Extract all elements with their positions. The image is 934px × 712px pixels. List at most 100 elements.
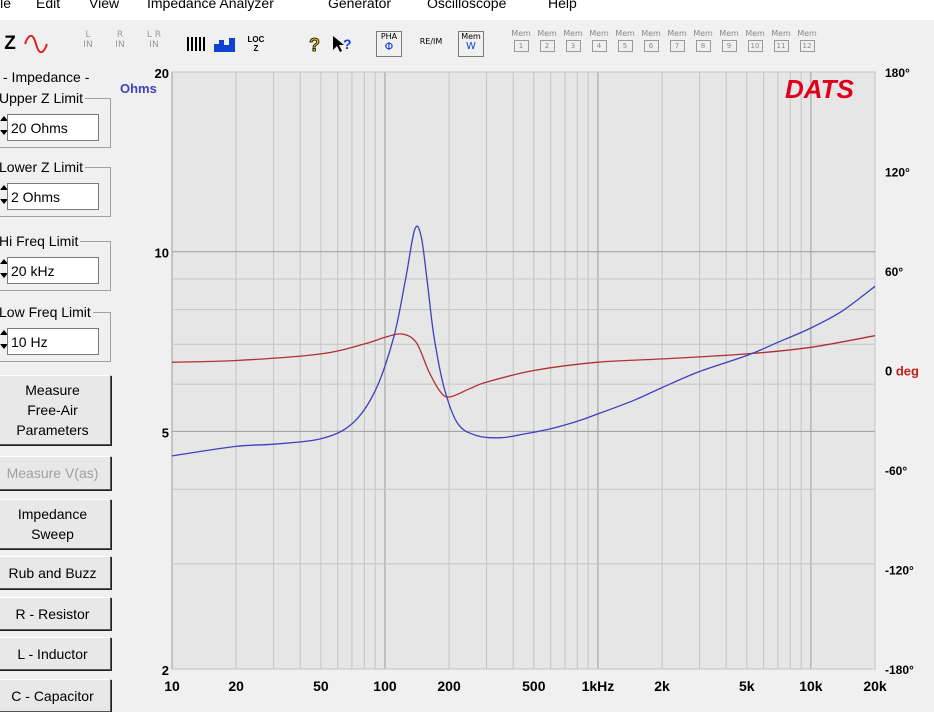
phase-unit-label: deg (896, 364, 919, 379)
x-tick-label: 20k (863, 678, 887, 694)
x-tick-label: 10k (799, 678, 823, 694)
y-tick-label: 2 (162, 663, 169, 678)
impedance-plot[interactable]: 10 20 50 100 200 500 1kHz 2k 5k 10k 20k 20 10 5 2 Ohms 1… (118, 62, 934, 699)
x-tick-label: 5k (739, 678, 755, 694)
memory-slot-label: Mem (537, 29, 557, 38)
svg-text:?: ? (343, 36, 352, 52)
memory-slot-number: 1 (513, 40, 529, 52)
menu-help[interactable]: Help (548, 0, 577, 11)
phase-tick-label: 120° (885, 166, 910, 180)
histogram-icon (214, 38, 235, 52)
x-tick-label: 10 (164, 678, 180, 694)
x-tick-label: 1kHz (582, 678, 615, 694)
x-tick-label: 100 (373, 678, 397, 694)
menu-generator[interactable]: Generator (328, 0, 391, 11)
rub-and-buzz-button[interactable]: Rub and Buzz (0, 556, 111, 589)
phase-tick-label: -60° (885, 464, 907, 478)
memory-slot-label: Mem (771, 29, 791, 38)
memory-slot-6-button[interactable]: Mem 6 (640, 28, 662, 58)
phase-tick-label: 0 deg (885, 364, 919, 379)
memory-slot-label: Mem (615, 29, 635, 38)
memory-slot-9-button[interactable]: Mem 9 (718, 28, 740, 58)
sine-wave-icon (24, 35, 48, 53)
phi-icon: Φ (384, 40, 394, 53)
right-input-button[interactable]: R IN (110, 30, 130, 58)
phase-tick-label: 60° (885, 265, 903, 279)
memory-slot-number: 6 (643, 40, 659, 52)
y-tick-label: 10 (155, 246, 169, 261)
menu-bar: ile Edit View Impedance Analyzer Generat… (0, 0, 934, 20)
memory-slot-number: 11 (773, 40, 789, 52)
context-help-button[interactable]: ? (330, 32, 356, 56)
impedance-mode-button[interactable]: Z (0, 32, 23, 56)
lower-z-limit-group: Lower Z Limit 2 Ohms (0, 159, 111, 217)
memory-slot-5-button[interactable]: Mem 5 (614, 28, 636, 58)
upper-z-limit-group: Upper Z Limit 20 Ohms (0, 90, 111, 148)
memory-slot-number: 7 (669, 40, 685, 52)
y-tick-label: 20 (155, 66, 169, 81)
memory-slot-7-button[interactable]: Mem 7 (666, 28, 688, 58)
memory-slot-label: Mem (563, 29, 583, 38)
menu-edit[interactable]: Edit (36, 0, 60, 11)
hi-freq-limit-field[interactable]: 20 kHz (7, 257, 99, 284)
menu-oscilloscope[interactable]: Oscilloscope (427, 0, 506, 11)
svg-text:?: ? (309, 35, 320, 54)
log-scale-button[interactable]: LOC Z (243, 32, 269, 56)
low-freq-limit-field[interactable]: 10 Hz (7, 328, 99, 355)
impedance-sweep-button[interactable]: Impedance Sweep (0, 499, 111, 549)
phase-button[interactable]: PHA Φ (376, 31, 402, 57)
memory-slot-number: 2 (539, 40, 555, 52)
memory-slot-4-button[interactable]: Mem 4 (588, 28, 610, 58)
menu-file[interactable]: ile (0, 0, 11, 11)
histogram-view-button[interactable] (212, 32, 238, 56)
question-mark-icon: ? (309, 35, 321, 54)
low-freq-limit-label: Low Freq Limit (0, 304, 93, 320)
x-tick-label: 20 (228, 678, 244, 694)
memory-slot-3-button[interactable]: Mem 3 (562, 28, 584, 58)
memory-slot-12-button[interactable]: Mem 12 (796, 28, 818, 58)
memory-slot-label: Mem (745, 29, 765, 38)
memory-slot-1-button[interactable]: Mem 1 (510, 28, 532, 58)
left-input-button[interactable]: L IN (78, 30, 98, 58)
bars-view-button[interactable] (183, 32, 209, 56)
memory-slot-number: 12 (799, 40, 815, 52)
memory-slot-label: Mem (511, 29, 531, 38)
measure-free-air-button[interactable]: Measure Free-Air Parameters (0, 375, 111, 445)
x-tick-label: 2k (654, 678, 670, 694)
capacitor-button[interactable]: C - Capacitor (0, 679, 111, 712)
upper-z-limit-label: Upper Z Limit (0, 90, 86, 106)
pointer-help-icon: ? (333, 36, 352, 52)
x-tick-label: 500 (522, 678, 546, 694)
left-control-panel: - Impedance - Upper Z Limit 20 Ohms Lowe… (0, 62, 118, 712)
generator-sine-button[interactable] (23, 32, 49, 56)
dats-logo: DATS (785, 74, 855, 104)
memory-slot-8-button[interactable]: Mem 8 (692, 28, 714, 58)
memory-slot-11-button[interactable]: Mem 11 (770, 28, 792, 58)
real-imag-button[interactable]: RE/IM (416, 30, 446, 58)
upper-z-limit-field[interactable]: 20 Ohms (7, 114, 99, 141)
measure-vas-button[interactable]: Measure V(as) (0, 456, 111, 490)
impedance-section-title: - Impedance - (3, 69, 90, 85)
hi-freq-limit-group: Hi Freq Limit 20 kHz (0, 233, 111, 291)
memory-slot-label: Mem (667, 29, 687, 38)
hi-freq-limit-label: Hi Freq Limit (0, 233, 81, 249)
plot-svg: 10 20 50 100 200 500 1kHz 2k 5k 10k 20k 20 10 5 2 Ohms 1… (118, 62, 934, 699)
resistor-button[interactable]: R - Resistor (0, 597, 111, 630)
y-axis-unit-label: Ohms (120, 81, 157, 96)
memory-w-button[interactable]: Mem W (458, 31, 484, 57)
memory-slot-label: Mem (693, 29, 713, 38)
menu-view[interactable]: View (89, 0, 119, 11)
memory-slot-label: Mem (589, 29, 609, 38)
phase-tick-label: -120° (885, 564, 914, 578)
memory-slot-number: 10 (747, 40, 763, 52)
stereo-input-button[interactable]: L R IN (141, 30, 167, 58)
memory-slot-number: 5 (617, 40, 633, 52)
inductor-button[interactable]: L - Inductor (0, 637, 111, 670)
phase-tick-label: -180° (885, 663, 914, 677)
memory-slot-number: 3 (565, 40, 581, 52)
memory-slot-10-button[interactable]: Mem 10 (744, 28, 766, 58)
menu-impedance-analyzer[interactable]: Impedance Analyzer (147, 0, 274, 11)
memory-slot-2-button[interactable]: Mem 2 (536, 28, 558, 58)
lower-z-limit-field[interactable]: 2 Ohms (7, 183, 99, 210)
help-button[interactable]: ? (302, 32, 328, 56)
